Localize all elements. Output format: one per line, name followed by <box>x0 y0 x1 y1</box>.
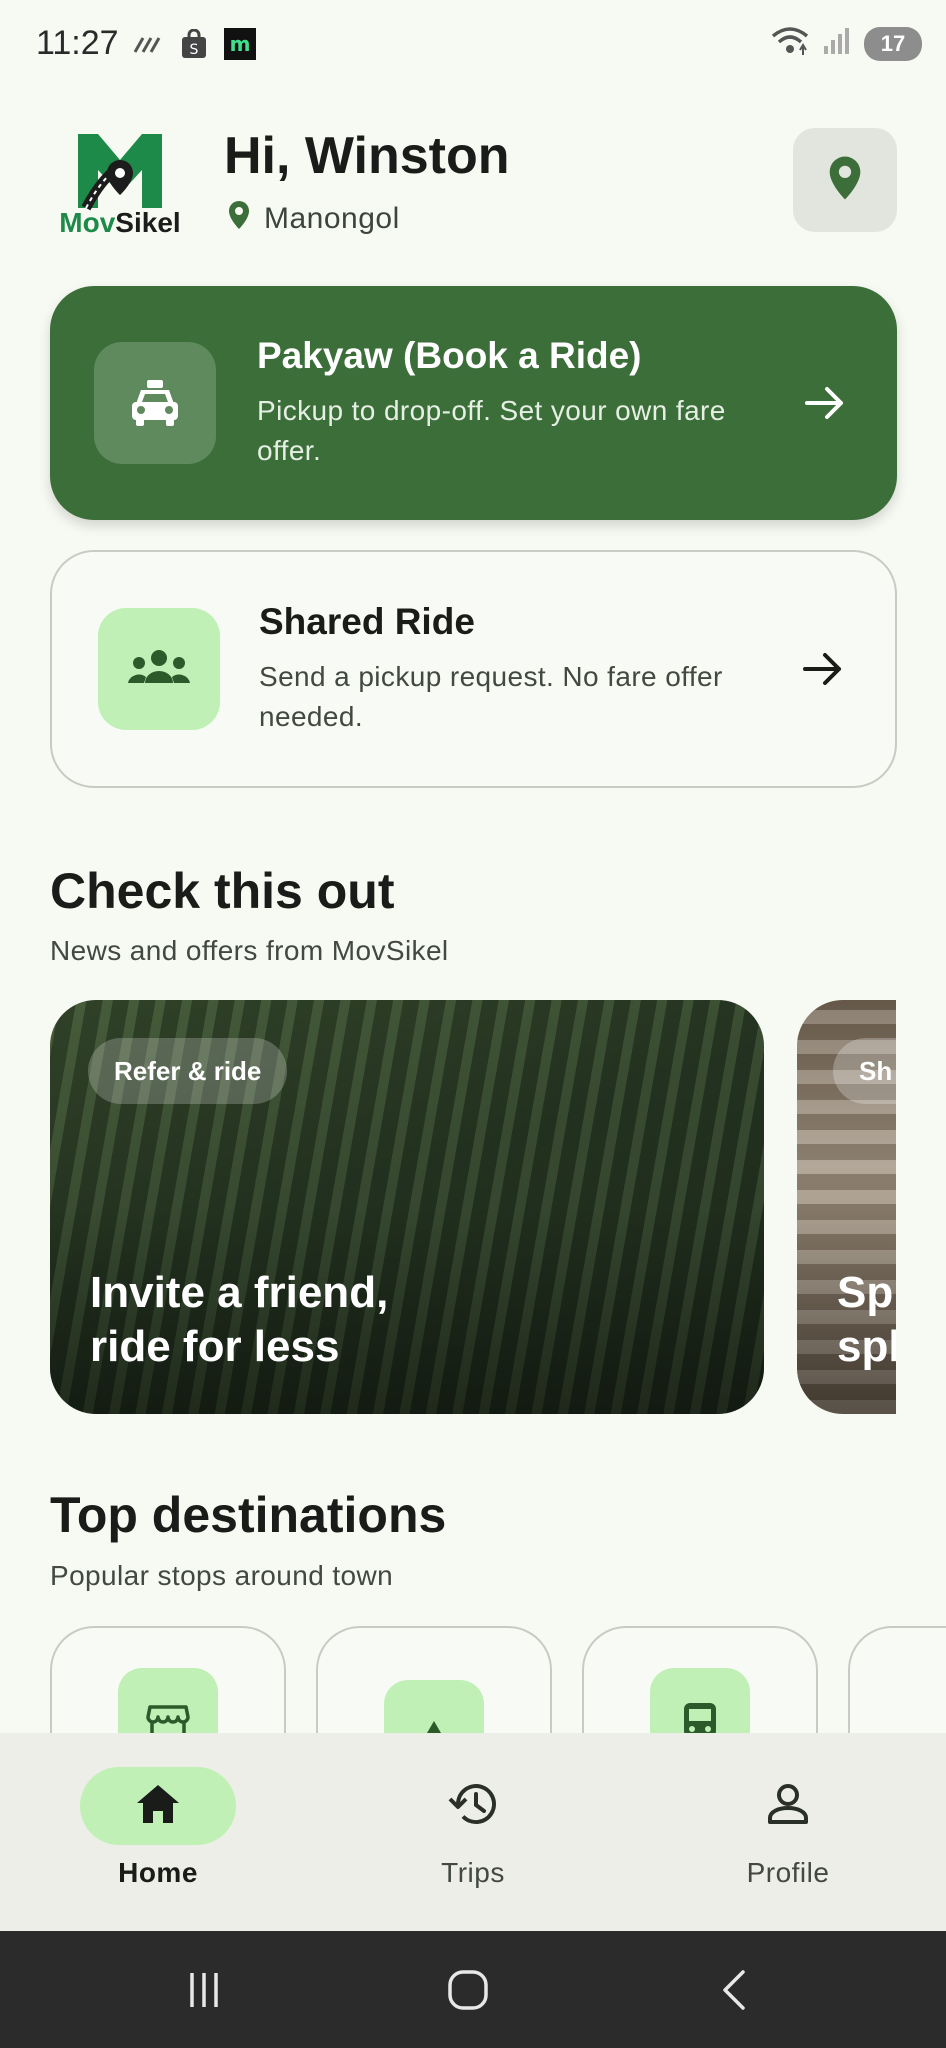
group-icon <box>98 608 220 730</box>
home-icon <box>135 1783 181 1830</box>
shared-ride-title: Shared Ride <box>259 601 475 642</box>
home-system-icon[interactable] <box>438 1963 498 2017</box>
map-pin-icon <box>228 200 250 238</box>
top-destinations-subtitle: Popular stops around town <box>50 1560 394 1591</box>
check-this-out-subtitle: News and offers from MovSikel <box>50 935 449 966</box>
m-app-icon: m <box>224 28 256 60</box>
person-icon <box>766 1782 810 1831</box>
location-label: Manongol <box>264 202 400 235</box>
shared-ride-card[interactable]: Shared Ride Send a pickup request. No fa… <box>50 550 897 788</box>
system-navigation-bar <box>0 1931 946 2048</box>
taxi-icon <box>94 342 216 464</box>
nav-profile-label: Profile <box>746 1857 830 1888</box>
logo-text-sikel: Sikel <box>115 207 180 238</box>
top-destinations-title: Top destinations <box>50 1487 447 1543</box>
svg-text:m: m <box>230 32 251 56</box>
book-ride-card[interactable]: Pakyaw (Book a Ride) Pickup to drop-off.… <box>50 286 897 520</box>
shared-ride-description: Send a pickup request. No fare offer nee… <box>259 661 723 732</box>
promo-title: Sp spl <box>837 1268 896 1371</box>
logo-text-mov: Mov <box>59 207 115 238</box>
status-bar: 11:27 S m 17 <box>0 0 946 92</box>
greeting-title: Hi, Winston <box>224 127 510 185</box>
book-ride-title: Pakyaw (Book a Ride) <box>257 335 642 376</box>
nav-home[interactable]: Home <box>58 1767 258 1889</box>
wifi-icon <box>770 26 810 61</box>
nav-trips[interactable]: Trips <box>373 1767 573 1889</box>
promo-chip: Refer & ride <box>88 1038 288 1104</box>
book-ride-description: Pickup to drop-off. Set your own fare of… <box>257 395 726 466</box>
map-pin-icon <box>828 155 862 206</box>
history-icon <box>448 1781 498 1832</box>
promo-title: Invite a friend, ride for less <box>90 1268 389 1371</box>
battery-icon: 17 <box>864 26 922 61</box>
nav-trips-label: Trips <box>441 1857 505 1888</box>
promo-card-refer[interactable]: Refer & ride Invite a friend, ride for l… <box>50 1000 764 1414</box>
signal-stripes-icon <box>132 28 164 60</box>
status-time: 11:27 <box>36 24 119 62</box>
nav-profile[interactable]: Profile <box>688 1767 888 1889</box>
back-icon[interactable] <box>704 1963 764 2017</box>
recent-apps-icon[interactable] <box>174 1963 234 2017</box>
promo-card-next[interactable]: Sh Sp spl <box>797 1000 896 1414</box>
check-this-out-title: Check this out <box>50 863 395 919</box>
bottom-navigation: Home Trips Profile <box>0 1733 946 1931</box>
location-button[interactable] <box>793 128 897 232</box>
arrow-right-icon <box>803 381 847 425</box>
nav-home-label: Home <box>118 1857 198 1888</box>
svg-text:S: S <box>190 42 199 58</box>
cell-signal-icon <box>822 26 852 61</box>
arrow-right-icon <box>801 647 845 691</box>
promo-chip: Sh <box>833 1038 896 1104</box>
shopping-bag-icon: S <box>178 28 210 60</box>
movsikel-logo: MovSikel <box>46 128 194 238</box>
svg-text:MovSikel: MovSikel <box>59 207 180 238</box>
current-location: Manongol <box>228 200 400 238</box>
